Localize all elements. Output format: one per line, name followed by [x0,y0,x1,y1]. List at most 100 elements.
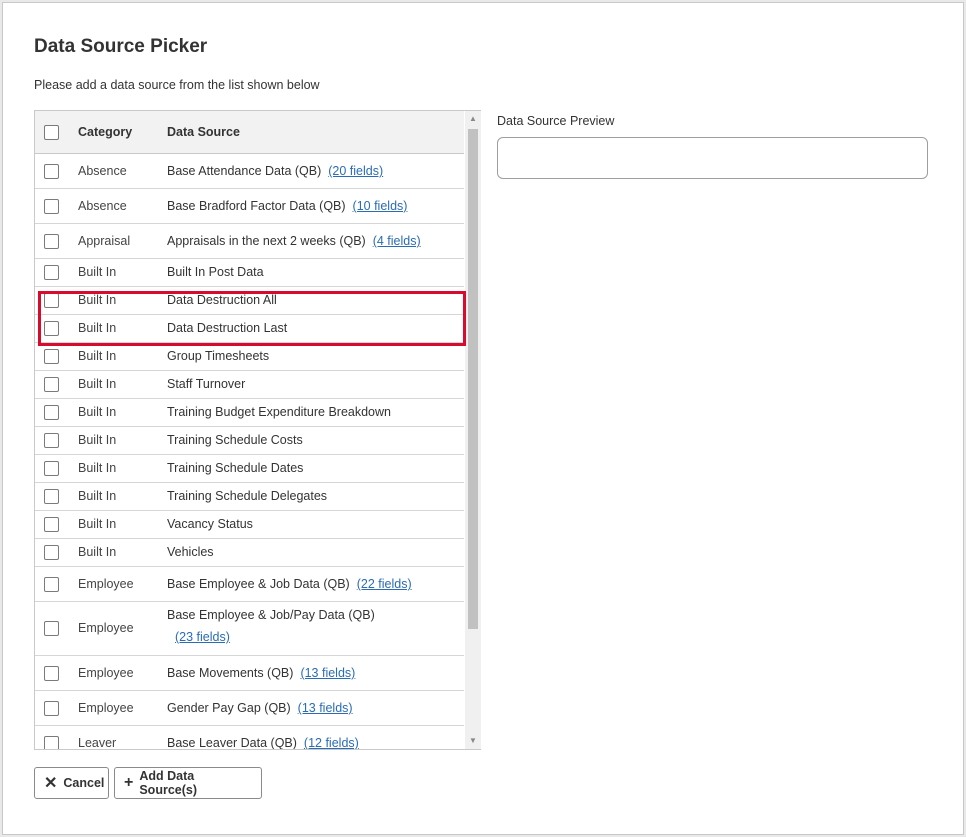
fields-link[interactable]: (10 fields) [353,199,408,213]
row-category: Appraisal [78,234,131,248]
row-category: Absence [78,199,127,213]
fields-link[interactable]: (13 fields) [298,701,353,715]
row-category: Employee [78,577,134,591]
row-checkbox[interactable] [44,321,59,336]
row-checkbox[interactable] [44,164,59,179]
table-row[interactable]: Built In Vacancy Status [35,511,464,539]
cancel-button-label: Cancel [63,776,105,790]
row-checkbox[interactable] [44,433,59,448]
row-category: Leaver [78,736,117,750]
table-row[interactable]: Built In Vehicles [35,539,464,567]
row-checkbox[interactable] [44,621,59,636]
row-data-source-label: Staff Turnover [167,377,246,391]
row-category: Built In [78,349,117,363]
row-data-source: Gender Pay Gap (QB) (13 fields) [167,701,353,715]
row-checkbox[interactable] [44,517,59,532]
table-row[interactable]: Built In Training Budget Expenditure Brea… [35,399,464,427]
row-checkbox[interactable] [44,405,59,420]
row-category: Absence [78,164,127,178]
row-checkbox[interactable] [44,199,59,214]
table-row[interactable]: Absence Base Bradford Factor Data (QB) (10… [35,189,464,224]
row-data-source-label: Vacancy Status [167,517,253,531]
cancel-button[interactable]: ✕ Cancel [34,767,109,799]
table-row[interactable]: Built In Training Schedule Delegates [35,483,464,511]
dialog-subtitle: Please add a data source from the list s… [34,78,320,92]
row-category: Built In [78,321,117,335]
row-checkbox[interactable] [44,461,59,476]
row-data-source: Base Leaver Data (QB) (12 fields) [167,736,359,749]
row-data-source-label: Base Attendance Data (QB) [167,164,322,178]
row-category: Built In [78,433,117,447]
row-data-source: Base Attendance Data (QB) (20 fields) [167,164,383,178]
row-checkbox[interactable] [44,489,59,504]
row-category: Built In [78,517,117,531]
row-checkbox[interactable] [44,234,59,249]
grid-scrollbar[interactable]: ▲ ▼ [465,111,481,749]
row-category: Built In [78,489,117,503]
table-row[interactable]: Built In Data Destruction Last [35,315,464,343]
data-source-grid: Category Data Source Absence Base Attenda… [34,110,481,750]
table-row[interactable]: Employee Base Employee & Job/Pay Data (QB… [35,602,464,656]
table-row[interactable]: Appraisal Appraisals in the next 2 weeks … [35,224,464,259]
row-data-source: Staff Turnover [167,377,245,391]
table-row[interactable]: Built In Training Schedule Dates [35,455,464,483]
row-data-source-label: Training Schedule Costs [167,433,303,447]
row-checkbox[interactable] [44,736,59,749]
grid-header: Category Data Source [35,111,464,154]
column-header-data-source[interactable]: Data Source [167,125,240,139]
row-data-source: Data Destruction Last [167,321,287,335]
grid-rows: Absence Base Attendance Data (QB) (20 fiel… [35,154,464,750]
table-row[interactable]: Employee Base Movements (QB) (13 fields) [35,656,464,691]
row-category: Built In [78,293,117,307]
row-data-source-label: Data Destruction Last [167,321,288,335]
table-row[interactable]: Built In Training Schedule Costs [35,427,464,455]
row-checkbox[interactable] [44,349,59,364]
table-row[interactable]: Built In Data Destruction All [35,287,464,315]
row-checkbox[interactable] [44,265,59,280]
table-row[interactable]: Built In Built In Post Data [35,259,464,287]
row-data-source: Training Budget Expenditure Breakdown [167,405,391,419]
fields-link[interactable]: (12 fields) [304,736,359,749]
row-checkbox[interactable] [44,545,59,560]
table-row[interactable]: Absence Base Attendance Data (QB) (20 fiel… [35,154,464,189]
row-data-source: Vacancy Status [167,517,253,531]
row-checkbox[interactable] [44,377,59,392]
table-row[interactable]: Leaver Base Leaver Data (QB) (12 fields) [35,726,464,750]
row-data-source-label: Training Schedule Dates [167,461,304,475]
scroll-thumb[interactable] [468,129,478,629]
row-checkbox[interactable] [44,577,59,592]
fields-link[interactable]: (20 fields) [328,164,383,178]
table-row[interactable]: Built In Group Timesheets [35,343,464,371]
row-data-source: Training Schedule Dates [167,461,303,475]
table-row[interactable]: Employee Gender Pay Gap (QB) (13 fields) [35,691,464,726]
preview-field[interactable] [497,137,928,179]
fields-link[interactable]: (23 fields) [175,630,230,644]
row-data-source: Vehicles [167,545,214,559]
row-data-source-label: Gender Pay Gap (QB) [167,701,291,715]
table-row[interactable]: Employee Base Employee & Job Data (QB) (22… [35,567,464,602]
dialog-title: Data Source Picker [34,36,208,57]
preview-label: Data Source Preview [497,114,615,128]
row-category: Built In [78,461,117,475]
row-checkbox[interactable] [44,666,59,681]
row-checkbox[interactable] [44,701,59,716]
row-category: Employee [78,666,134,680]
fields-link[interactable]: (4 fields) [373,234,421,248]
fields-link[interactable]: (22 fields) [357,577,412,591]
scroll-down-arrow-icon[interactable]: ▼ [465,733,481,749]
fields-link[interactable]: (13 fields) [300,666,355,680]
scroll-up-arrow-icon[interactable]: ▲ [465,111,481,127]
table-row[interactable]: Built In Staff Turnover [35,371,464,399]
row-data-source-label: Vehicles [167,545,214,559]
row-category: Built In [78,545,117,559]
column-header-category[interactable]: Category [78,125,132,139]
row-data-source-label: Base Bradford Factor Data (QB) [167,199,346,213]
row-data-source: Training Schedule Costs [167,433,303,447]
select-all-checkbox[interactable] [44,125,59,140]
add-data-source-button[interactable]: + Add Data Source(s) [114,767,262,799]
row-data-source: Data Destruction All [167,293,277,307]
row-data-source-label: Training Schedule Delegates [167,489,328,503]
row-checkbox[interactable] [44,293,59,308]
row-category: Built In [78,265,117,279]
row-category: Built In [78,377,117,391]
